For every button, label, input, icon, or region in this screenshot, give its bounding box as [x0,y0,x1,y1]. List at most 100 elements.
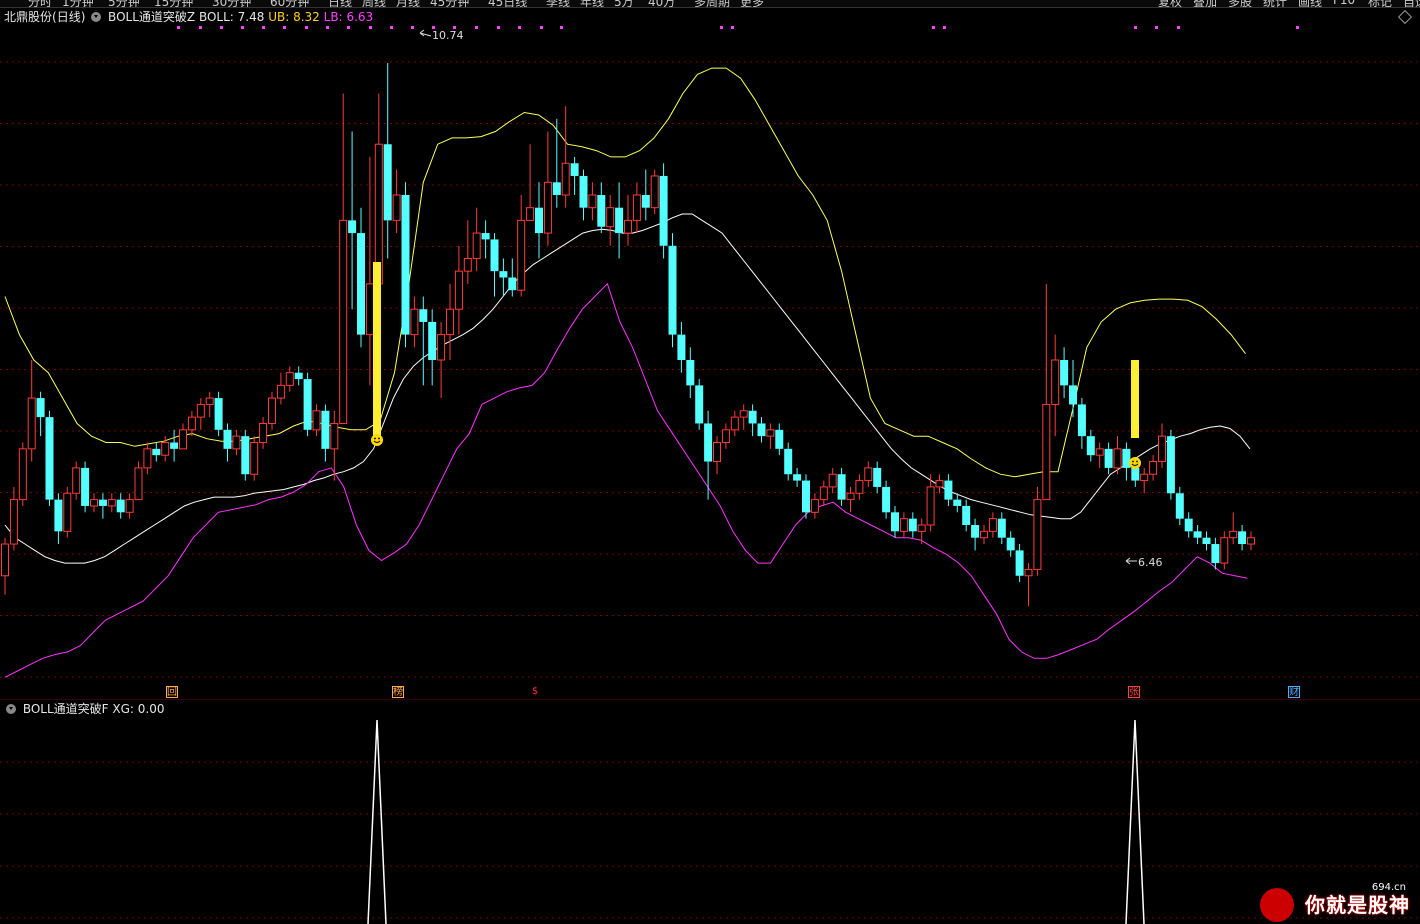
signal-dot [411,26,414,29]
candle-body-down [45,417,54,500]
candle-body-down [223,429,232,449]
boll-mid-line [4,213,1251,564]
candle-body-up [63,492,72,532]
candle-body-up [632,194,641,221]
smiley-icon [1129,457,1141,469]
candle-body-up [72,467,81,494]
signal-dot [720,26,723,29]
signal-dot [540,26,543,29]
candle-body-up [1158,435,1166,463]
candle-body-up [392,194,401,221]
candle-body-down [1077,404,1086,437]
signal-dot [560,26,563,29]
candle-body-up [196,403,205,418]
candle-body-up [846,492,855,501]
candle-body-up [721,429,730,443]
candle-body-down [802,480,810,513]
watermark: 694.cn 你就是股神 [1260,882,1410,922]
watermark-text: 你就是股神 [1305,893,1410,917]
candle-body-up [143,448,152,469]
low-arrow-icon [1125,557,1137,565]
event-marker-2[interactable]: $ [529,686,541,698]
candle-body-up [1220,537,1229,564]
candle-body-up [1113,448,1122,469]
candle-body-down [1211,544,1220,564]
xg-signal-spike [1125,719,1145,924]
candle-body-down [481,233,490,240]
candle-body-down [641,195,650,208]
candle-body-up [205,397,214,405]
candle-body-up [107,499,116,507]
signal-dot [390,26,393,29]
candle-body-up [9,499,18,545]
candle-body-up [18,448,27,501]
candle-body-down [1238,531,1247,545]
candle-body-down [81,467,90,506]
candle-body-up [988,518,997,532]
pane-separator[interactable] [0,699,1420,700]
candle-body-up [1229,530,1238,539]
event-marker-4[interactable]: 财 [1288,686,1300,698]
sub-indicator-header: BOLL通道突破F XG: 0.00 [4,701,165,717]
low-price-label: 6.46 [1138,556,1163,569]
candle-body-down [214,398,223,430]
candle-body-down [552,182,561,195]
candle-body-up [819,486,828,501]
candle-body-down [321,410,330,449]
signal-dot [731,26,734,29]
event-marker-1[interactable]: 榜 [392,686,404,698]
candle-body-up [1033,499,1042,570]
signal-dot [326,26,329,29]
candle-body-down [116,499,125,513]
candle-body-up [606,207,615,228]
candle-body-up [624,219,632,234]
candle-body-down [357,233,365,335]
candle-body-up [864,467,873,482]
candle-body-down [704,423,713,462]
candle-body-up [276,384,285,399]
candle-body-up [312,410,321,431]
candle-body-down [1069,385,1077,405]
candle-body-down [1086,436,1095,456]
smiley-icon [371,434,383,446]
candle-body-up [1042,403,1051,501]
signal-dot [283,26,286,29]
candle-body-down [793,474,802,481]
candle-body-up [517,219,526,291]
candle-body-up [810,499,819,513]
candle-body-up [285,372,294,386]
watermark-logo-icon [1260,888,1294,922]
candle-body-down [668,245,677,335]
candle-body-up [446,308,454,336]
candle-body-up [27,397,36,450]
xg-label: XG: [112,702,134,716]
candle-body-up [1,543,9,577]
candle-body-up [543,181,552,234]
signal-dot [1134,26,1137,29]
candle-body-up [588,194,597,209]
candle-body-down [508,277,517,291]
candle-body-down [1104,448,1113,468]
price-chart[interactable]: 10.74 6.46 [0,0,1420,699]
candle-body-down [579,175,588,208]
candle-body-up [1247,537,1255,545]
candle-body-down [962,505,971,525]
candle-body-down [837,474,846,500]
candle-body-up [926,486,935,526]
candle-body-down [303,379,312,430]
candle-body-up [339,219,348,424]
candle-body-up [134,467,143,501]
candle-body-down [1006,537,1015,551]
signal-dot [369,26,372,29]
sub-indicator-name[interactable]: BOLL通道突破F [23,702,109,716]
high-price-label: 10.74 [432,29,464,42]
event-marker-0[interactable]: 回 [166,686,178,698]
signal-dot [497,26,500,29]
candle-body-down [873,467,882,487]
candle-body-up [526,207,535,221]
sub-indicator-menu-icon[interactable] [6,704,16,714]
candle-body-down [971,525,980,538]
candle-body-down [784,448,793,475]
event-marker-3[interactable]: 张 [1128,686,1140,698]
candle-body-down [535,207,543,234]
